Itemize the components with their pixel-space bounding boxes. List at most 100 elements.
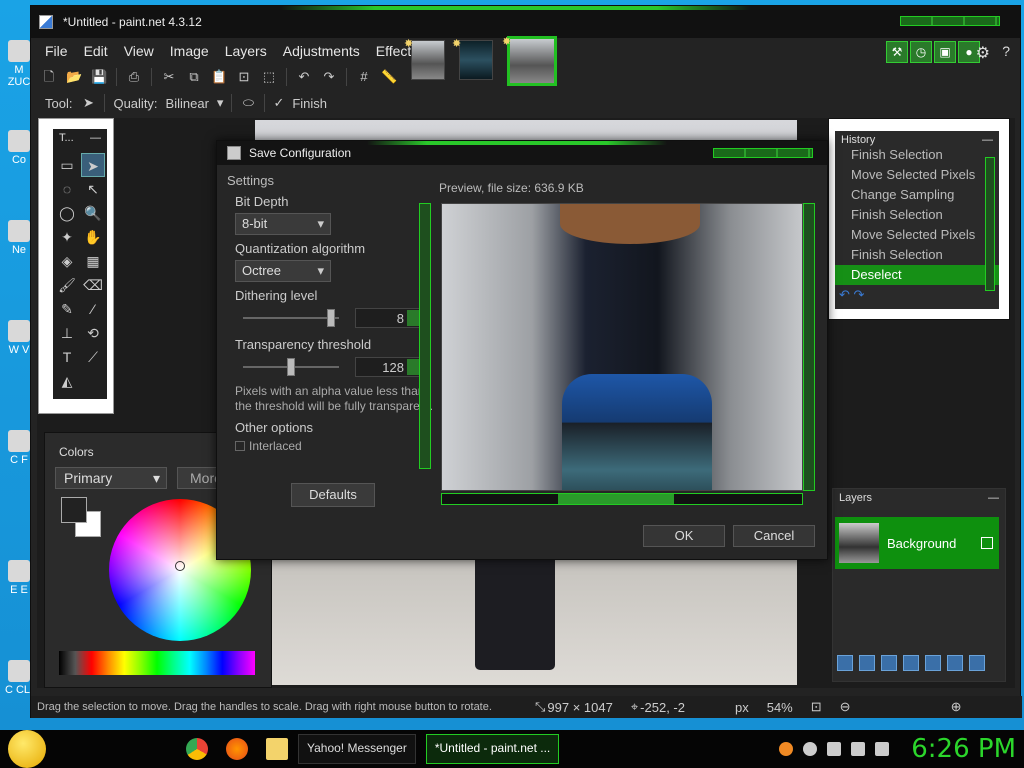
units-dropdown[interactable]: px — [735, 700, 749, 715]
preview-vertical-scrollbar[interactable] — [803, 203, 815, 491]
tools-panel-title[interactable]: T... — — [53, 129, 107, 149]
gradient-icon[interactable]: ▦ — [81, 249, 105, 273]
layers-window-icon[interactable]: ▣ — [934, 41, 956, 63]
copy-icon[interactable]: ⧉ — [186, 69, 202, 85]
clock[interactable]: 6:26 PM — [911, 734, 1016, 764]
eraser-icon[interactable]: ⌫ — [81, 273, 105, 297]
firefox-icon[interactable] — [226, 738, 248, 760]
dialog-title-bar[interactable]: Save Configuration — [217, 141, 827, 165]
history-item[interactable]: Finish Selection — [835, 145, 999, 165]
interlaced-checkbox[interactable] — [235, 441, 245, 451]
preview-horizontal-scrollbar[interactable] — [441, 493, 803, 505]
layer-row[interactable]: Background — [835, 517, 999, 569]
lasso-select-icon[interactable]: ◌ — [55, 177, 79, 201]
move-selection-icon[interactable]: ➤ — [81, 153, 105, 177]
primary-secondary-select[interactable]: Primary ▾ — [55, 467, 167, 489]
cancel-button[interactable]: Cancel — [733, 525, 815, 547]
quantization-dropdown[interactable]: Octree — [235, 260, 331, 282]
selection-mode-icon[interactable]: ⬭ — [240, 95, 256, 111]
line-curve-icon[interactable]: ⟋ — [81, 345, 105, 369]
move-layer-down-icon[interactable] — [947, 655, 963, 671]
menu-layers[interactable]: Layers — [217, 43, 275, 59]
chrome-icon[interactable] — [186, 738, 208, 760]
panel-close-icon[interactable]: — — [90, 132, 101, 146]
tools-window-icon[interactable]: ⚒ — [886, 41, 908, 63]
image-tab-active[interactable]: ✸ — [502, 36, 557, 86]
color-picker-icon[interactable]: ⁄ — [81, 297, 105, 321]
dithering-spinner[interactable]: 8 — [355, 308, 423, 328]
messenger-status-icon[interactable] — [803, 742, 818, 756]
new-image-icon[interactable]: 🗋 — [41, 69, 57, 85]
settings-scrollbar[interactable] — [419, 203, 431, 469]
history-item[interactable]: Finish Selection — [835, 245, 999, 265]
scrollbar-thumb[interactable] — [558, 494, 674, 504]
open-icon[interactable]: 📂 — [66, 69, 82, 85]
text-icon[interactable]: T — [55, 345, 79, 369]
bit-depth-dropdown[interactable]: 8-bit — [235, 213, 331, 235]
magic-wand-icon[interactable]: ✦ — [55, 225, 79, 249]
network-icon[interactable] — [851, 742, 866, 756]
help-icon[interactable]: ? — [1002, 43, 1010, 59]
paint-bucket-icon[interactable]: ◈ — [55, 249, 79, 273]
finish-button[interactable]: Finish — [292, 96, 327, 111]
menu-adjustments[interactable]: Adjustments — [275, 43, 368, 59]
taskbar-task[interactable]: Yahoo! Messenger — [298, 734, 416, 764]
start-button[interactable] — [8, 730, 46, 768]
undo-icon[interactable]: ↶ — [296, 69, 312, 85]
quality-dropdown[interactable]: Bilinear — [166, 96, 209, 111]
menu-edit[interactable]: Edit — [76, 43, 116, 59]
pan-icon[interactable]: ✋ — [81, 225, 105, 249]
transparency-slider[interactable] — [243, 358, 339, 376]
history-item[interactable]: Move Selected Pixels — [835, 225, 999, 245]
menu-file[interactable]: File — [37, 43, 76, 59]
cut-icon[interactable]: ✂ — [161, 69, 177, 85]
layer-visibility-checkbox[interactable] — [981, 537, 993, 549]
move-selected-icon[interactable]: ↖ — [81, 177, 105, 201]
panel-close-icon[interactable]: — — [982, 134, 993, 148]
ok-button[interactable]: OK — [643, 525, 725, 547]
redo-icon[interactable]: ↷ — [321, 69, 337, 85]
save-icon[interactable]: 💾 — [91, 69, 107, 85]
shapes-icon[interactable]: ◭ — [55, 369, 79, 393]
image-tab[interactable]: ✸ — [452, 38, 493, 80]
zoom-value[interactable]: 54% — [767, 700, 793, 715]
rectangle-select-icon[interactable]: ▭ — [55, 153, 79, 177]
history-item[interactable]: Deselect — [835, 265, 999, 285]
move-selection-icon[interactable]: ➤ — [80, 95, 96, 111]
delete-layer-icon[interactable] — [859, 655, 875, 671]
zoom-icon[interactable]: 🔍 — [81, 201, 105, 225]
move-layer-up-icon[interactable] — [925, 655, 941, 671]
history-item[interactable]: Change Sampling — [835, 185, 999, 205]
ruler-icon[interactable]: 📏 — [381, 69, 397, 85]
crop-icon[interactable]: ⊡ — [236, 69, 252, 85]
color-palette[interactable] — [59, 651, 255, 675]
history-scrollbar[interactable] — [985, 157, 995, 291]
add-layer-icon[interactable] — [837, 655, 853, 671]
interlaced-option[interactable]: Interlaced — [235, 439, 435, 453]
undo-icon[interactable]: ↶ — [839, 287, 850, 302]
pencil-icon[interactable]: ✎ — [55, 297, 79, 321]
recolor-icon[interactable]: ⟲ — [81, 321, 105, 345]
zoom-out-icon[interactable]: ⊖ — [840, 699, 851, 715]
history-item[interactable]: Move Selected Pixels — [835, 165, 999, 185]
redo-icon[interactable]: ↷ — [854, 287, 865, 302]
ellipse-select-icon[interactable]: ◯ — [55, 201, 79, 225]
history-window-icon[interactable]: ◷ — [910, 41, 932, 63]
zoom-in-icon[interactable]: ⊕ — [951, 699, 962, 715]
paste-icon[interactable]: 📋 — [211, 69, 227, 85]
image-tab[interactable]: ✸ — [404, 38, 445, 80]
deselect-icon[interactable]: ⬚ — [261, 69, 277, 85]
print-icon[interactable]: ⎙ — [126, 69, 142, 85]
panel-close-icon[interactable]: — — [988, 492, 999, 506]
transparency-slider-knob[interactable] — [287, 358, 295, 376]
color-wheel-cursor[interactable] — [175, 561, 185, 571]
grid-icon[interactable]: # — [356, 69, 372, 85]
transparency-spinner[interactable]: 128 — [355, 357, 423, 377]
window-controls[interactable] — [900, 16, 1000, 26]
duplicate-layer-icon[interactable] — [881, 655, 897, 671]
defaults-button[interactable]: Defaults — [291, 483, 375, 507]
file-explorer-icon[interactable] — [266, 738, 288, 760]
clone-stamp-icon[interactable]: ⊥ — [55, 321, 79, 345]
merge-layer-icon[interactable] — [903, 655, 919, 671]
settings-gear-icon[interactable]: ⚙ — [976, 43, 990, 63]
